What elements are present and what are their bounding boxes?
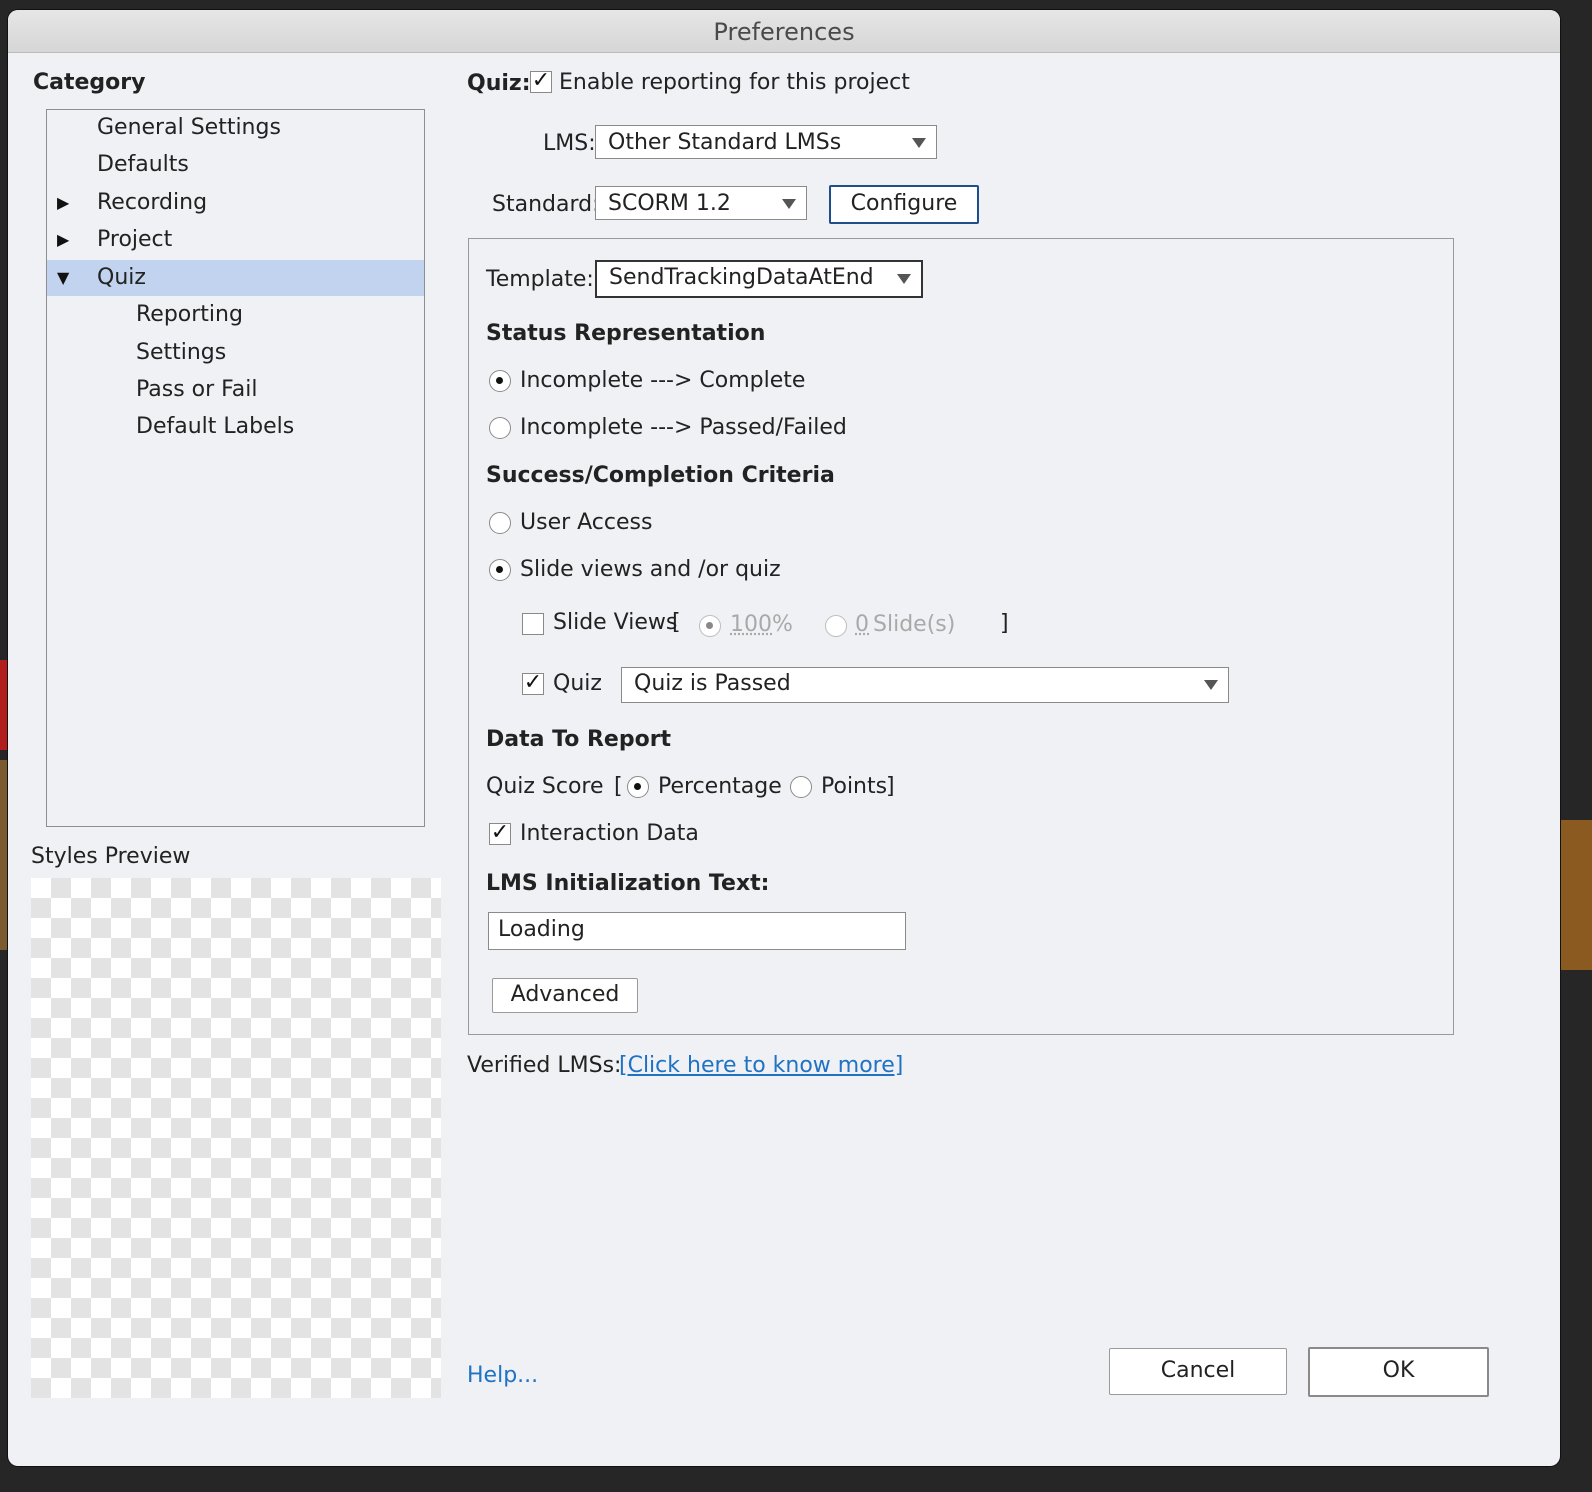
score-percentage-label: Percentage (658, 774, 782, 799)
slide-views-count-unit: Slide(s) (873, 612, 956, 637)
slide-views-label: Slide Views (553, 610, 678, 635)
tree-item-quiz[interactable]: ▼ Quiz (47, 260, 424, 296)
slide-views-percent-unit: % (772, 612, 793, 637)
tree-item-pass-or-fail[interactable]: Pass or Fail (47, 372, 424, 408)
collapse-arrow-icon[interactable]: ▼ (57, 260, 69, 296)
status-complete-label: Incomplete ---> Complete (520, 368, 806, 393)
quiz-criteria-dropdown[interactable]: Quiz is Passed (621, 667, 1229, 703)
configure-button[interactable]: Configure (829, 185, 979, 224)
quiz-criteria-label: Quiz (553, 671, 602, 696)
slide-views-count-radio[interactable] (825, 615, 847, 637)
user-access-label: User Access (520, 510, 653, 535)
quiz-score-label: Quiz Score (486, 774, 604, 799)
tree-item-label: Recording (97, 190, 208, 215)
template-label: Template: (486, 267, 594, 292)
expand-arrow-icon[interactable]: ▶ (57, 222, 69, 258)
quiz-criteria-value: Quiz is Passed (634, 671, 791, 696)
lms-init-text-label: LMS Initialization Text: (486, 871, 770, 896)
chevron-down-icon (897, 274, 911, 284)
tree-item-default-labels[interactable]: Default Labels (47, 409, 424, 445)
slide-views-quiz-label: Slide views and /or quiz (520, 557, 781, 582)
status-passed-failed-label: Incomplete ---> Passed/Failed (520, 415, 847, 440)
verified-lms-link[interactable]: [Click here to know more] (619, 1053, 903, 1078)
interaction-data-checkbox[interactable]: ✓ (489, 822, 511, 845)
tree-item-label: Settings (136, 340, 227, 365)
help-link[interactable]: Help... (467, 1363, 538, 1388)
enable-reporting-label: Enable reporting for this project (559, 70, 910, 95)
chevron-down-icon (912, 138, 926, 148)
score-percentage-radio[interactable] (627, 776, 649, 798)
score-points-label: Points (821, 774, 888, 799)
cancel-button[interactable]: Cancel (1109, 1348, 1287, 1395)
styles-preview-canvas (31, 878, 441, 1398)
quiz-label: Quiz: (467, 71, 531, 96)
score-points-radio[interactable] (790, 776, 812, 798)
tree-item-label: Reporting (136, 302, 243, 327)
tree-item-label: Defaults (97, 152, 189, 177)
quiz-score-close-bracket: ] (886, 774, 895, 799)
category-heading: Category (33, 70, 146, 95)
status-complete-radio[interactable] (489, 370, 511, 392)
tree-item-label: Quiz (97, 265, 146, 290)
criteria-heading: Success/Completion Criteria (486, 463, 835, 488)
background-red-accent (0, 660, 8, 750)
status-passed-failed-radio[interactable] (489, 417, 511, 439)
lms-label: LMS: (543, 131, 596, 156)
styles-preview-label: Styles Preview (31, 844, 191, 869)
tree-item-defaults[interactable]: Defaults (47, 147, 424, 183)
category-tree[interactable]: General Settings Defaults ▶ Recording ▶ … (46, 109, 425, 827)
background-brown-accent (0, 760, 8, 950)
tree-item-label: Project (97, 227, 173, 252)
tree-item-settings[interactable]: Settings (47, 335, 424, 371)
lms-value: Other Standard LMSs (608, 130, 842, 155)
quiz-score-open-bracket: [ (614, 774, 623, 799)
slide-views-count-value[interactable]: 0 (855, 612, 869, 637)
slide-views-open-bracket: [ (672, 610, 681, 635)
verified-lms-label: Verified LMSs: (467, 1053, 622, 1078)
user-access-radio[interactable] (489, 512, 511, 534)
window-title: Preferences (8, 10, 1560, 53)
advanced-button[interactable]: Advanced (492, 978, 638, 1013)
tree-item-reporting[interactable]: Reporting (47, 297, 424, 333)
template-dropdown[interactable]: SendTrackingDataAtEnd (595, 260, 923, 298)
tree-item-label: General Settings (97, 115, 281, 140)
lms-init-text-input[interactable]: Loading (488, 912, 906, 950)
standard-value: SCORM 1.2 (608, 191, 731, 216)
interaction-data-label: Interaction Data (520, 821, 699, 846)
standard-label: Standard: (492, 192, 600, 217)
tree-item-recording[interactable]: ▶ Recording (47, 185, 424, 221)
quiz-criteria-checkbox[interactable]: ✓ (522, 672, 544, 695)
lms-dropdown[interactable]: Other Standard LMSs (595, 125, 937, 159)
slide-views-close-bracket: ] (1000, 611, 1009, 636)
enable-reporting-checkbox[interactable]: ✓ (530, 70, 552, 93)
tree-item-project[interactable]: ▶ Project (47, 222, 424, 258)
slide-views-percent-value[interactable]: 100 (730, 612, 772, 637)
data-to-report-heading: Data To Report (486, 727, 672, 752)
expand-arrow-icon[interactable]: ▶ (57, 185, 69, 221)
status-representation-heading: Status Representation (486, 321, 766, 346)
preferences-dialog: Preferences Category General Settings De… (8, 10, 1560, 1466)
background-right-accent (1560, 820, 1592, 970)
tree-item-label: Pass or Fail (136, 377, 258, 402)
tree-item-general-settings[interactable]: General Settings (47, 110, 424, 146)
ok-button[interactable]: OK (1308, 1347, 1489, 1397)
tree-item-label: Default Labels (136, 414, 295, 439)
chevron-down-icon (1204, 680, 1218, 690)
template-value: SendTrackingDataAtEnd (609, 265, 874, 290)
chevron-down-icon (782, 199, 796, 209)
slide-views-quiz-radio[interactable] (489, 559, 511, 581)
standard-dropdown[interactable]: SCORM 1.2 (595, 186, 807, 220)
slide-views-checkbox[interactable] (522, 613, 544, 635)
slide-views-percent-radio[interactable] (699, 615, 721, 637)
